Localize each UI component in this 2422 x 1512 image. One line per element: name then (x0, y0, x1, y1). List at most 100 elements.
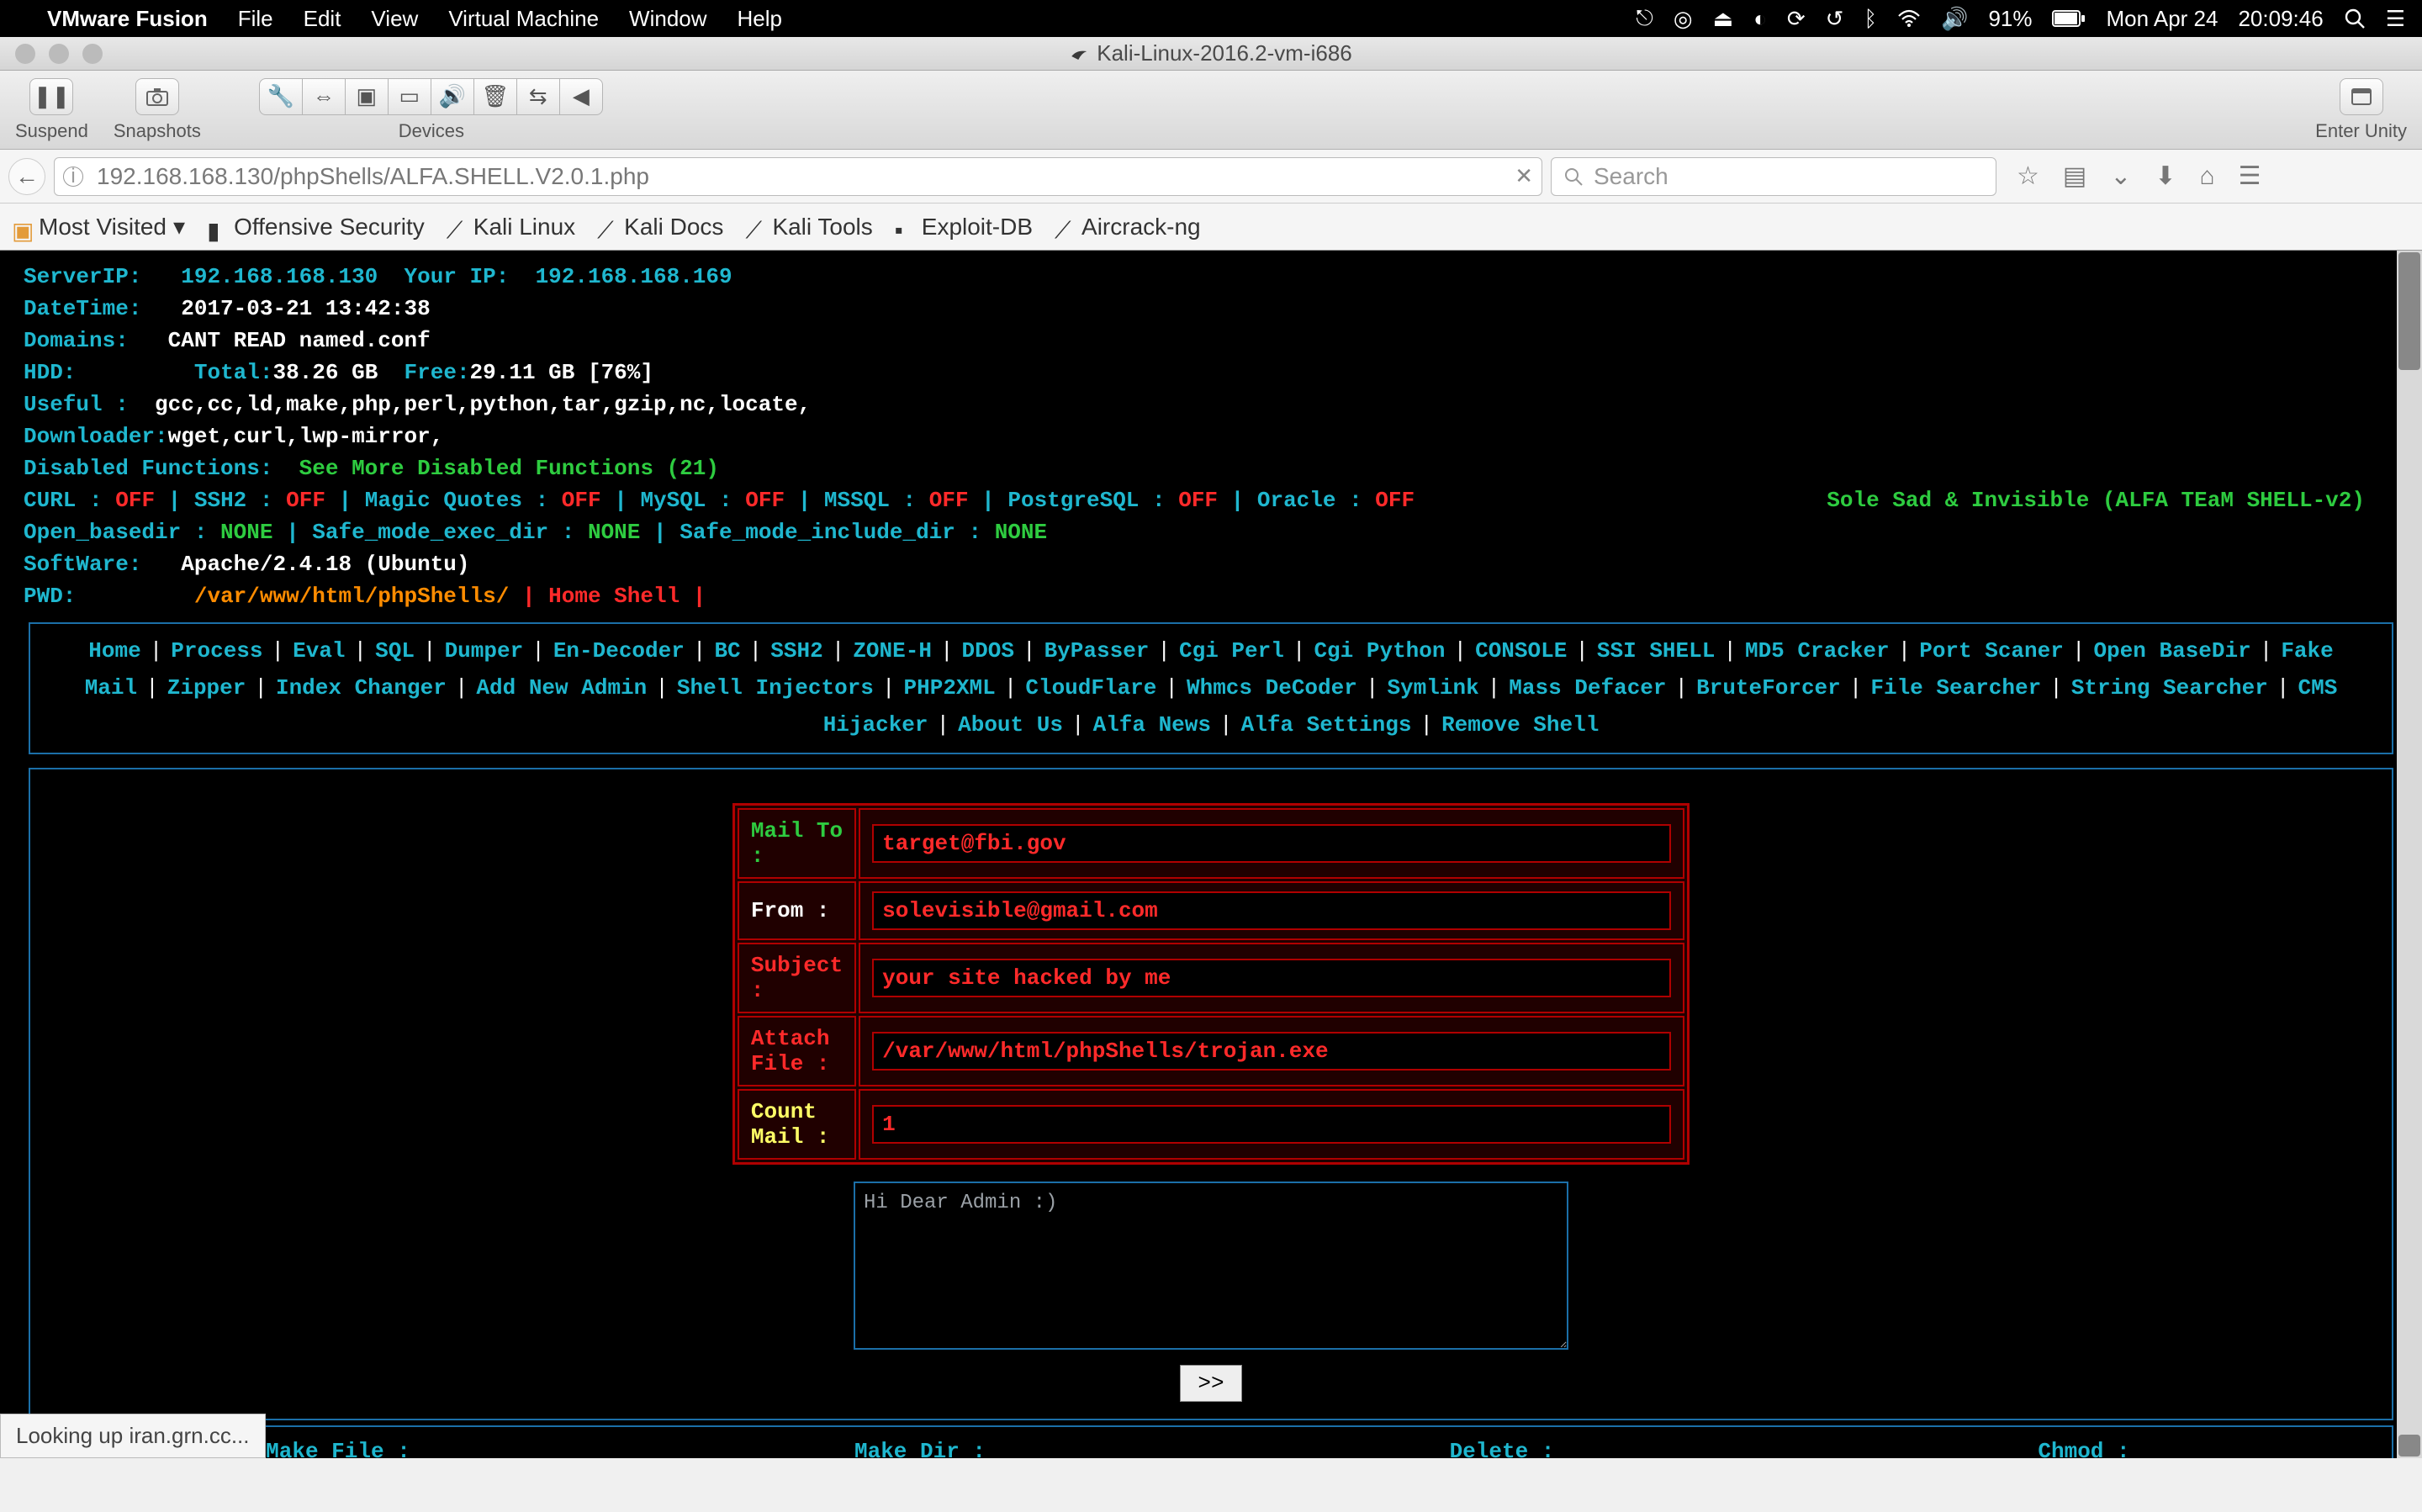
nav-cgi-python[interactable]: Cgi Python (1314, 638, 1445, 663)
app-name[interactable]: VMware Fusion (47, 6, 208, 32)
nav-mass-defacer[interactable]: Mass Defacer (1509, 675, 1666, 700)
nav-ddos[interactable]: DDOS (962, 638, 1014, 663)
menu-view[interactable]: View (371, 6, 418, 32)
nav-symlink[interactable]: Symlink (1387, 675, 1478, 700)
count-input[interactable] (872, 1105, 1671, 1144)
subject-input[interactable] (872, 959, 1671, 997)
downloads-icon[interactable]: ⬇ (2155, 161, 2176, 191)
nav-port-scaner[interactable]: Port Scaner (1919, 638, 2064, 663)
nav-home[interactable]: Home (88, 638, 140, 663)
tray-icon-5[interactable]: ⟳ (1787, 6, 1806, 32)
nav-en-decoder[interactable]: En-Decoder (553, 638, 685, 663)
suspend-button[interactable]: ❚❚ (29, 78, 73, 115)
menu-icon[interactable]: ☰ (2386, 6, 2405, 32)
tray-icon-1[interactable]: ⎋ (1636, 5, 1653, 32)
home-shell-link[interactable]: | Home Shell | (522, 584, 706, 609)
tray-icon-2[interactable]: ◎ (1674, 6, 1693, 32)
bookmark-aircrack-ng[interactable]: ⟋ Aircrack-ng (1055, 214, 1201, 241)
menu-edit[interactable]: Edit (304, 6, 341, 32)
pwd-value[interactable]: /var/www/html/phpShells/ (194, 584, 509, 609)
bookmark-offensive-security[interactable]: ▮ Offensive Security (207, 214, 425, 241)
enter-unity-button[interactable] (2340, 78, 2383, 115)
nav-remove-shell[interactable]: Remove Shell (1441, 712, 1599, 737)
reader-icon[interactable]: ▤ (2063, 161, 2086, 191)
from-input[interactable] (872, 891, 1671, 930)
nav-file-searcher[interactable]: File Searcher (1870, 675, 2041, 700)
device-sound-icon[interactable]: 🔊 (431, 78, 474, 115)
stop-icon[interactable]: ✕ (1515, 163, 1533, 189)
nav-bc[interactable]: BC (714, 638, 740, 663)
device-collapse-icon[interactable]: ◀ (559, 78, 603, 115)
nav-sql[interactable]: SQL (375, 638, 415, 663)
pocket-icon[interactable]: ⌄ (2110, 161, 2131, 191)
bookmark-star-icon[interactable]: ☆ (2017, 161, 2039, 191)
bookmark-kali-docs[interactable]: ⟋ Kali Docs (597, 214, 723, 241)
disabled-link[interactable]: See More Disabled Functions (21) (299, 456, 719, 481)
nav-whmcs-decoder[interactable]: Whmcs DeCoder (1187, 675, 1357, 700)
device-display-icon[interactable]: ▭ (388, 78, 431, 115)
nav-php2xml[interactable]: PHP2XML (904, 675, 996, 700)
attach-input[interactable] (872, 1032, 1671, 1071)
home-icon[interactable]: ⌂ (2200, 162, 2215, 191)
menu-vm[interactable]: Virtual Machine (448, 6, 599, 32)
bookmark-exploit-db[interactable]: ▪ Exploit-DB (895, 214, 1033, 241)
spotlight-icon[interactable] (2344, 8, 2366, 29)
nav-about-us[interactable]: About Us (958, 712, 1063, 737)
nav-zipper[interactable]: Zipper (167, 675, 246, 700)
tray-wifi-icon[interactable] (1897, 9, 1921, 28)
bookmark-kali-linux[interactable]: ⟋ Kali Linux (447, 214, 575, 241)
scrollbar-down-arrow[interactable] (2398, 1435, 2420, 1456)
nav-eval[interactable]: Eval (293, 638, 345, 663)
nav-index-changer[interactable]: Index Changer (276, 675, 447, 700)
menu-window[interactable]: Window (629, 6, 706, 32)
hamburger-icon[interactable]: ☰ (2239, 161, 2261, 191)
nav-cloudflare[interactable]: CloudFlare (1025, 675, 1156, 700)
send-button[interactable]: >> (1180, 1365, 1241, 1402)
tray-bluetooth-icon[interactable]: ᛒ (1864, 6, 1877, 32)
menu-file[interactable]: File (238, 6, 273, 32)
nav-md5-cracker[interactable]: MD5 Cracker (1745, 638, 1890, 663)
search-bar[interactable]: Search (1551, 157, 1996, 196)
battery-icon[interactable] (2052, 10, 2086, 27)
menu-help[interactable]: Help (738, 6, 782, 32)
tray-volume-icon[interactable]: 🔊 (1941, 6, 1968, 32)
zoom-button[interactable] (82, 44, 103, 64)
menubar-date[interactable]: Mon Apr 24 (2106, 6, 2218, 32)
close-button[interactable] (15, 44, 35, 64)
tray-icon-3[interactable]: ⏏ (1713, 6, 1734, 32)
tray-icon-4[interactable]: ◐ (1753, 6, 1767, 32)
vertical-scrollbar[interactable] (2397, 251, 2422, 1458)
nav-console[interactable]: CONSOLE (1475, 638, 1567, 663)
minimize-button[interactable] (49, 44, 69, 64)
bookmark-most-visited[interactable]: ▣ Most Visited ▾ (12, 213, 185, 241)
url-bar[interactable]: i 192.168.168.130/phpShells/ALFA.SHELL.V… (54, 157, 1542, 196)
device-network-icon[interactable]: ⇔ (302, 78, 346, 115)
nav-bruteforcer[interactable]: BruteForcer (1696, 675, 1841, 700)
nav-process[interactable]: Process (171, 638, 262, 663)
menubar-time[interactable]: 20:09:46 (2238, 6, 2323, 32)
nav-bypasser[interactable]: ByPasser (1044, 638, 1150, 663)
device-usb-icon[interactable]: 🗑 (473, 78, 517, 115)
nav-alfa-news[interactable]: Alfa News (1093, 712, 1211, 737)
nav-string-searcher[interactable]: String Searcher (2071, 675, 2268, 700)
mailto-input[interactable] (872, 824, 1671, 863)
nav-zone-h[interactable]: ZONE-H (853, 638, 932, 663)
bookmark-kali-tools[interactable]: ⟋ Kali Tools (745, 214, 872, 241)
scrollbar-thumb[interactable] (2398, 252, 2420, 370)
nav-cgi-perl[interactable]: Cgi Perl (1179, 638, 1284, 663)
info-icon[interactable]: i (63, 167, 83, 187)
device-settings-icon[interactable]: 🔧 (259, 78, 303, 115)
device-share-icon[interactable]: ⇆ (516, 78, 560, 115)
nav-shell-injectors[interactable]: Shell Injectors (677, 675, 874, 700)
nav-open-basedir[interactable]: Open BaseDir (2093, 638, 2250, 663)
nav-ssi-shell[interactable]: SSI SHELL (1597, 638, 1715, 663)
nav-dumper[interactable]: Dumper (445, 638, 524, 663)
back-button[interactable]: ← (8, 158, 45, 195)
device-disk-icon[interactable]: ▣ (345, 78, 389, 115)
tray-timemachine-icon[interactable]: ↺ (1826, 6, 1844, 32)
mail-body-textarea[interactable] (854, 1182, 1568, 1350)
nav-ssh2[interactable]: SSH2 (770, 638, 822, 663)
nav-add-new-admin[interactable]: Add New Admin (476, 675, 647, 700)
nav-alfa-settings[interactable]: Alfa Settings (1241, 712, 1412, 737)
snapshots-button[interactable] (135, 78, 179, 115)
